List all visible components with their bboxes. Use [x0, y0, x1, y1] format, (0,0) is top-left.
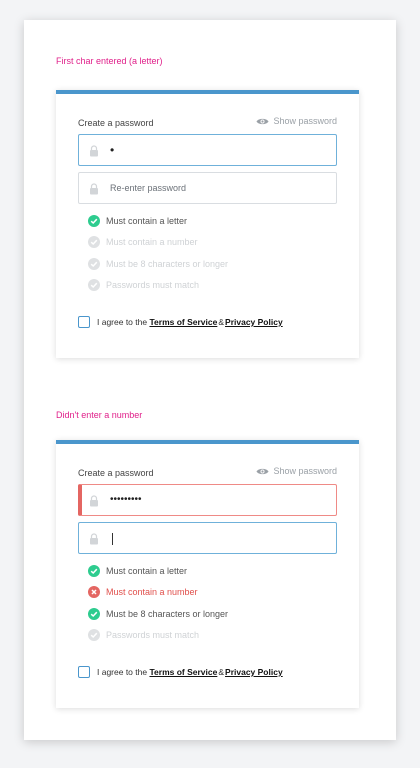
ampersand: & — [218, 667, 225, 677]
check-circle-icon — [88, 279, 100, 292]
password-input[interactable]: • — [78, 134, 337, 166]
requirement-number: Must contain a number — [88, 232, 228, 254]
requirement-label: Must contain a letter — [106, 565, 188, 576]
show-password-toggle[interactable]: Show password — [256, 116, 337, 126]
check-circle-icon — [88, 214, 100, 227]
requirement-match: Passwords must match — [88, 625, 228, 647]
terms-agreement: I agree to the Terms of Service & Privacy … — [78, 316, 283, 328]
password-input[interactable]: ••••••••• — [78, 484, 337, 516]
requirement-label: Must be 8 characters or longer — [106, 608, 229, 619]
x-circle-icon — [88, 586, 100, 599]
requirement-label: Passwords must match — [106, 280, 200, 291]
terms-of-service-link[interactable]: Terms of Service — [149, 667, 217, 677]
show-password-label: Show password — [273, 116, 337, 126]
section-title: First char entered (a letter) — [56, 56, 163, 66]
reenter-placeholder: Re-enter password — [110, 183, 187, 193]
requirement-length: Must be 8 characters or longer — [88, 603, 228, 625]
requirement-match: Passwords must match — [88, 275, 228, 297]
reenter-password-input[interactable] — [78, 522, 337, 554]
requirements-list: Must contain a letter Must contain a num… — [88, 560, 228, 646]
page-board: First char entered (a letter) Create a p… — [24, 20, 396, 740]
agree-prefix: I agree to the — [97, 317, 148, 327]
reenter-password-input[interactable]: Re-enter password — [78, 172, 337, 204]
ampersand: & — [218, 317, 225, 327]
lock-icon — [90, 495, 98, 507]
password-card: Create a password Show password ••••••••… — [56, 440, 359, 708]
requirement-label: Must contain a number — [106, 237, 198, 248]
agree-checkbox[interactable] — [78, 316, 90, 328]
eye-icon — [256, 468, 269, 474]
show-password-toggle[interactable]: Show password — [256, 466, 337, 476]
agree-prefix: I agree to the — [97, 667, 148, 677]
check-circle-icon — [88, 564, 100, 577]
requirement-number: Must contain a number — [88, 582, 228, 604]
lock-icon — [90, 183, 98, 195]
create-password-label: Create a password — [78, 118, 154, 128]
terms-agreement: I agree to the Terms of Service & Privacy … — [78, 666, 283, 678]
requirement-label: Must be 8 characters or longer — [106, 258, 229, 269]
check-circle-icon — [88, 607, 100, 620]
terms-of-service-link[interactable]: Terms of Service — [149, 317, 217, 327]
agree-checkbox[interactable] — [78, 666, 90, 678]
password-value: • — [110, 143, 115, 157]
card-header: Create a password Show password — [78, 116, 337, 130]
create-password-label: Create a password — [78, 468, 154, 478]
requirement-label: Must contain a number — [106, 587, 198, 598]
lock-icon — [90, 533, 98, 545]
check-circle-icon — [88, 629, 100, 642]
requirement-length: Must be 8 characters or longer — [88, 253, 228, 275]
lock-icon — [90, 145, 98, 157]
section-title: Didn't enter a number — [56, 410, 143, 420]
privacy-policy-link[interactable]: Privacy Policy — [225, 317, 283, 327]
eye-icon — [256, 118, 269, 124]
password-card: Create a password Show password • Re-ent… — [56, 90, 359, 358]
text-caret — [112, 533, 113, 545]
check-circle-icon — [88, 257, 100, 270]
requirements-list: Must contain a letter Must contain a num… — [88, 210, 228, 296]
requirement-label: Must contain a letter — [106, 215, 188, 226]
password-value: ••••••••• — [110, 494, 142, 505]
requirement-letter: Must contain a letter — [88, 210, 228, 232]
requirement-label: Passwords must match — [106, 630, 200, 641]
card-header: Create a password Show password — [78, 466, 337, 480]
show-password-label: Show password — [273, 466, 337, 476]
requirement-letter: Must contain a letter — [88, 560, 228, 582]
check-circle-icon — [88, 236, 100, 249]
privacy-policy-link[interactable]: Privacy Policy — [225, 667, 283, 677]
